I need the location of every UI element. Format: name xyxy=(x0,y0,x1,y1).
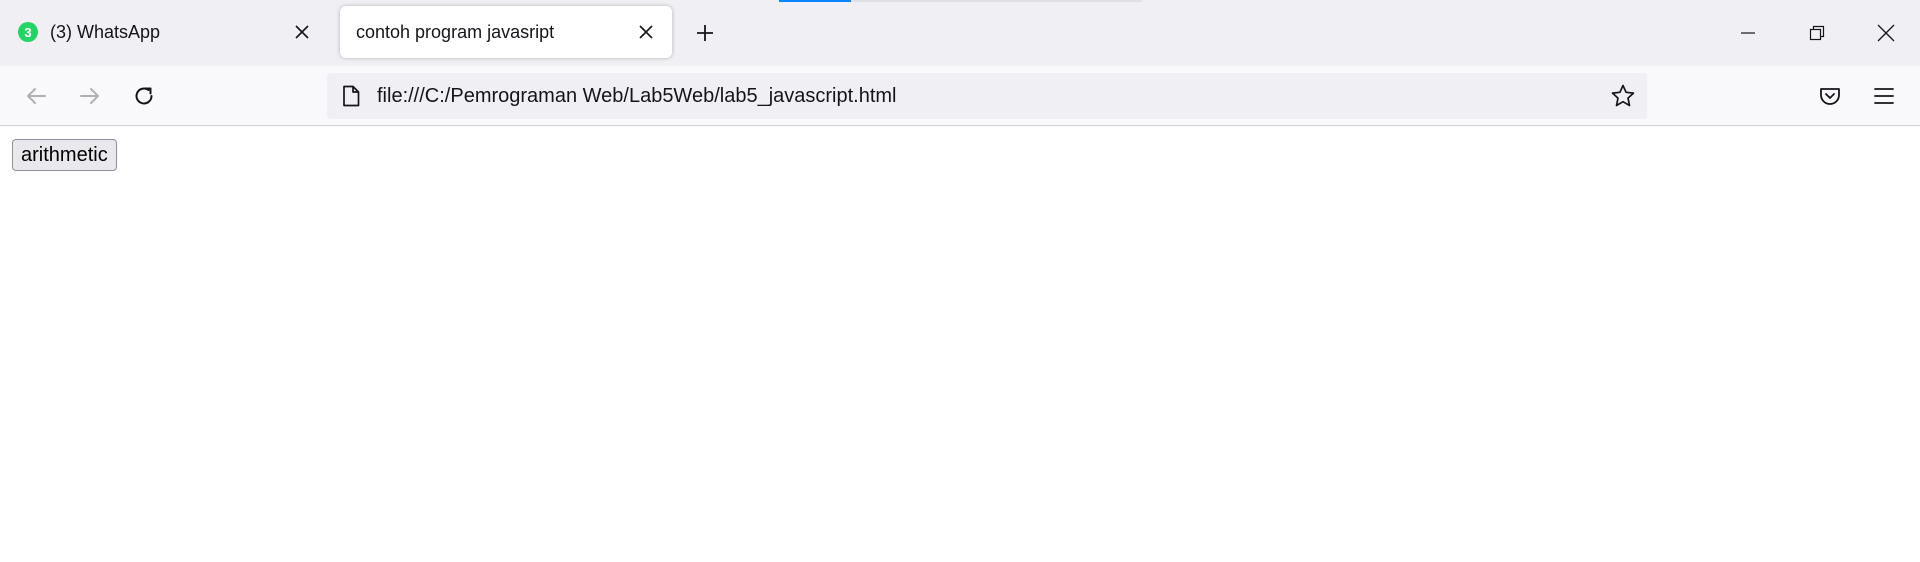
star-icon[interactable] xyxy=(1609,82,1637,110)
close-icon xyxy=(1877,24,1895,42)
forward-arrow-icon xyxy=(79,85,101,107)
page-icon[interactable] xyxy=(339,84,363,108)
close-window-button[interactable] xyxy=(1852,0,1920,66)
restore-icon xyxy=(1809,25,1825,41)
pocket-button[interactable] xyxy=(1810,76,1850,116)
url-text[interactable]: file:///C:/Pemrograman Web/Lab5Web/lab5_… xyxy=(377,73,897,119)
tab-contoh-program[interactable]: contoh program javasript xyxy=(340,6,672,58)
new-tab-button[interactable] xyxy=(688,16,722,50)
pocket-icon xyxy=(1818,84,1842,108)
arithmetic-button[interactable]: arithmetic xyxy=(12,139,117,171)
address-bar[interactable]: file:///C:/Pemrograman Web/Lab5Web/lab5_… xyxy=(327,73,1647,119)
tab-whatsapp[interactable]: 3 (3) WhatsApp xyxy=(2,6,328,58)
browser-window: 3 (3) WhatsApp contoh program javasript xyxy=(0,0,1920,562)
close-icon[interactable] xyxy=(632,18,660,46)
tab-title: contoh program javasript xyxy=(356,21,555,42)
tab-strip: 3 (3) WhatsApp contoh program javasript xyxy=(0,0,1920,66)
minimize-button[interactable] xyxy=(1714,0,1782,66)
whatsapp-badge-icon: 3 xyxy=(18,22,38,42)
loading-indicator xyxy=(779,0,1142,2)
tab-title: (3) WhatsApp xyxy=(50,21,161,42)
minimize-icon xyxy=(1740,25,1756,41)
menu-button[interactable] xyxy=(1864,76,1904,116)
reload-icon xyxy=(132,84,156,108)
back-arrow-icon xyxy=(25,85,47,107)
page-content: arithmetic xyxy=(0,126,1920,562)
navigation-toolbar: file:///C:/Pemrograman Web/Lab5Web/lab5_… xyxy=(0,66,1920,126)
plus-icon xyxy=(695,23,715,43)
forward-button[interactable] xyxy=(70,76,110,116)
reload-button[interactable] xyxy=(124,76,164,116)
hamburger-menu-icon xyxy=(1873,85,1895,107)
close-icon[interactable] xyxy=(288,18,316,46)
back-button[interactable] xyxy=(16,76,56,116)
restore-button[interactable] xyxy=(1783,0,1851,66)
